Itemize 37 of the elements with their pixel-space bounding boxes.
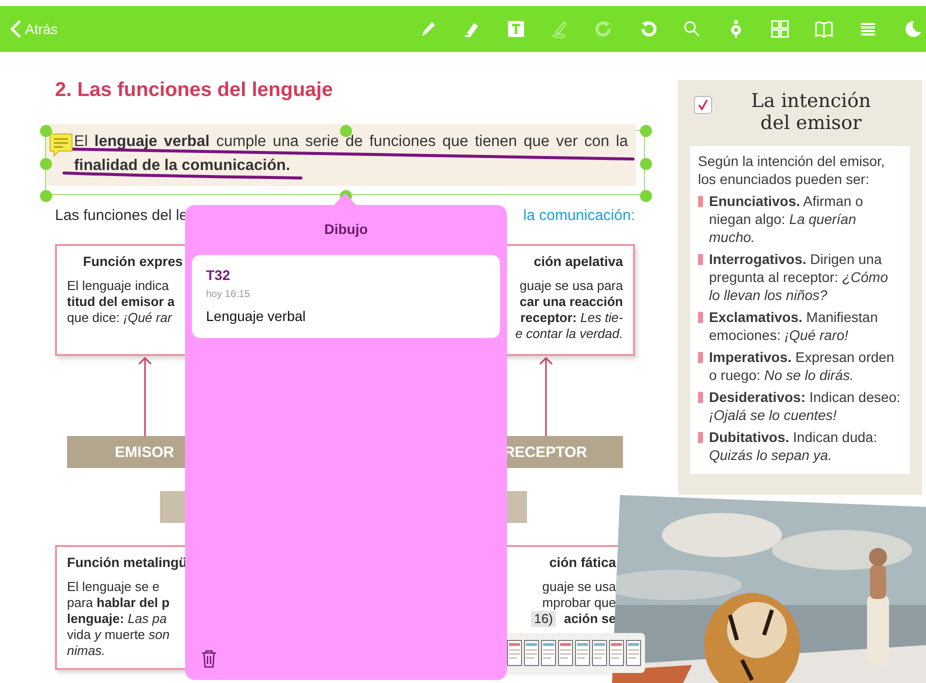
card-text: receptor: Les tie-	[520, 310, 623, 326]
sentence-type-text: Interrogativos. Dirigen una pregunta al receptor: ¿Cómo lo llevan los niños?	[709, 250, 889, 304]
card-text: lenguaje: Las pa	[67, 611, 167, 627]
card-title: ción fática	[549, 555, 616, 571]
card-text: guaje se usa	[542, 579, 616, 595]
sentence-type-text: Imperativos. Expresan orden o ruego: No se lo dirás.	[709, 348, 896, 384]
card-text: titud del emisor a	[67, 294, 175, 310]
card-title: Función expres	[82, 254, 183, 270]
section-heading: 2. Las funciones del lenguaje	[55, 78, 334, 102]
sentence-type-text: Exclamativos. Manifiestan emociones: ¡Qué raro!	[709, 308, 879, 344]
card-text: El lenguaje se e	[67, 579, 160, 595]
card-text: vida y muerte son	[67, 627, 170, 643]
card-text: car una reacción	[520, 294, 623, 310]
card-text: e contar la verdad.	[515, 326, 623, 342]
sentence-type-text: Dubitativos. Indican duda: Quizás lo sepan ya.	[709, 428, 878, 464]
card-text: para hablar del p	[67, 595, 170, 611]
card-text: que dice: ¡Qué rar	[67, 310, 172, 326]
card-text: guaje se usa para	[520, 278, 623, 294]
card-text: El lenguaje indica	[67, 278, 169, 294]
card-text: ación se	[564, 611, 616, 627]
note-text: Lenguaje verbal	[206, 308, 307, 324]
back-button[interactable]: Atrás	[10, 19, 58, 39]
popover-title: Dibujo	[323, 221, 369, 237]
concept-link[interactable]: la comunicación:	[523, 206, 635, 226]
note-time: hoy 16:15	[206, 289, 251, 300]
sidebar-title: La intención del emisor	[750, 90, 872, 134]
sentence-type-text: Desiderativos: Indican deseo: ¡Ojalá se lo cuentes!	[709, 388, 902, 424]
card-text: mprobar que	[542, 595, 616, 611]
card-title: ción apelativa	[534, 254, 623, 270]
note-tag: T32	[206, 267, 486, 283]
card-text: nimas.	[67, 643, 106, 659]
note-card[interactable]: T32 hoy 16:15 Lenguaje verbal	[192, 255, 500, 338]
page-tag: 16)	[531, 611, 556, 627]
card-title: Función metalingü	[67, 555, 187, 571]
sentence-type-text: Enunciativos. Afirman o niegan algo: La querían mucho.	[709, 192, 864, 246]
sidebar-intro: Según la intención del emisor, los enunciados pueden ser:	[698, 152, 886, 188]
highlighted-paragraph: El lenguaje verbal cumple una serie de funciones que tienen que ver con la finalidad de la comunicación.	[46, 124, 636, 186]
